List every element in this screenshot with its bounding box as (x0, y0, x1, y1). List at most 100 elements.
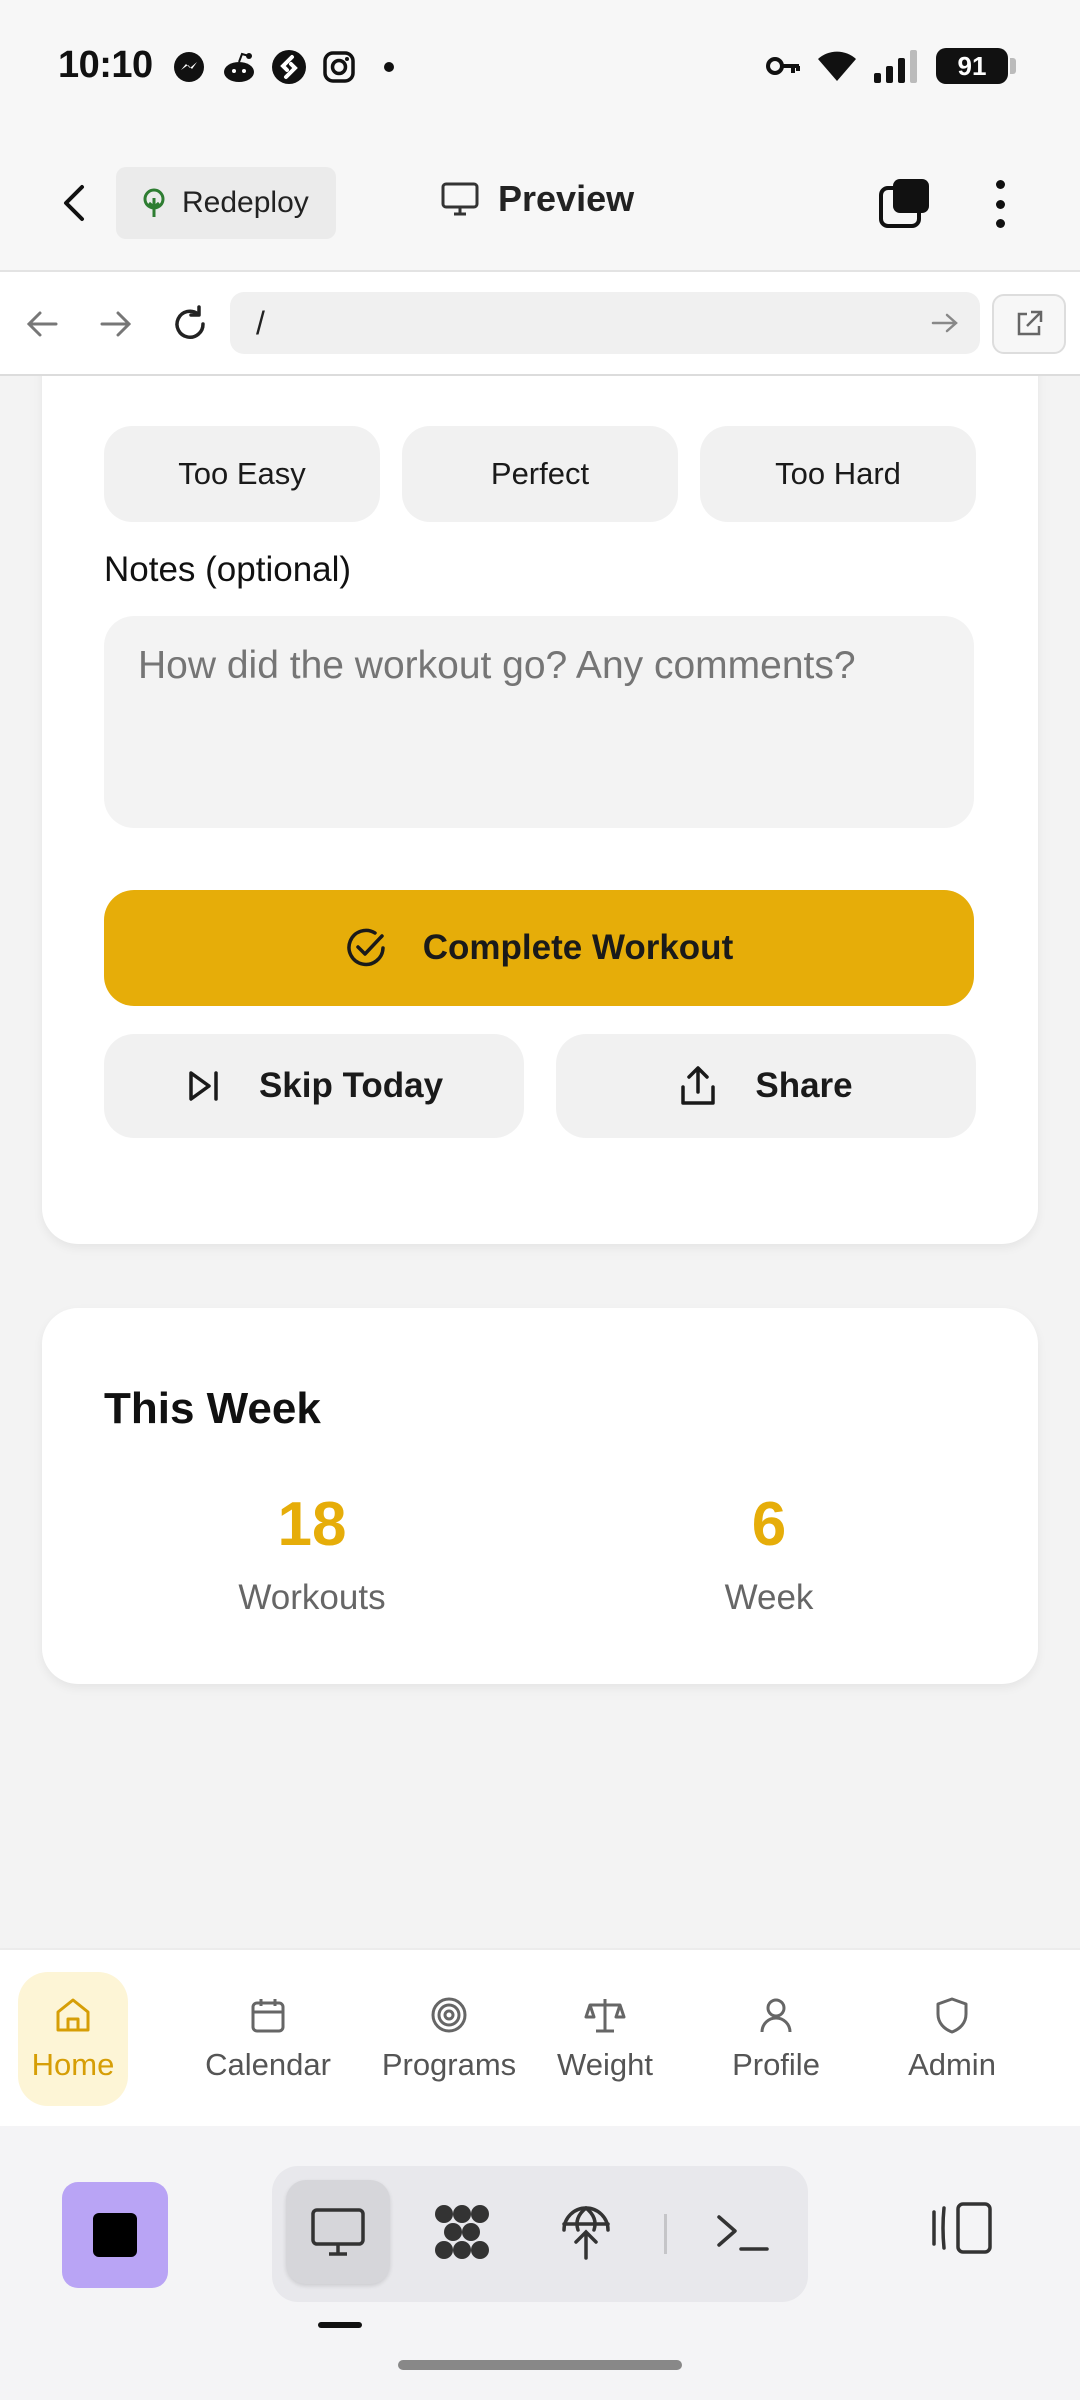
open-external-button[interactable] (992, 294, 1066, 354)
preview-mode-button[interactable] (286, 2180, 390, 2284)
nav-calendar[interactable]: Calendar (198, 1972, 338, 2106)
monitor-icon (441, 182, 479, 216)
shield-icon (936, 1997, 968, 2034)
browser-back-button[interactable] (20, 302, 64, 346)
battery-indicator: 91 (936, 48, 1016, 84)
nav-label: Calendar (205, 2047, 331, 2082)
notes-textarea[interactable] (104, 616, 974, 828)
difficulty-perfect-button[interactable]: Perfect (402, 426, 678, 522)
nav-label: Weight (557, 2047, 653, 2082)
status-time: 10:10 (58, 44, 153, 86)
bottom-navigation: Home Calendar Programs Weight Profile Ad… (0, 1948, 1080, 2126)
calendar-icon (251, 1999, 285, 2033)
user-icon (760, 1998, 792, 2033)
url-input[interactable]: / (230, 292, 980, 354)
nav-label: Home (31, 2047, 115, 2082)
redeploy-button[interactable]: Redeploy (116, 167, 336, 239)
notes-label: Notes (optional) (104, 550, 352, 589)
preview-title[interactable]: Preview (440, 178, 634, 220)
skip-today-label: Skip Today (258, 1066, 444, 1105)
tabs-button[interactable] (878, 176, 932, 230)
this-week-card: This Week 18 Workouts 6 Week (42, 1308, 1038, 1684)
messenger-icon (170, 48, 208, 86)
complete-workout-label: Complete Workout (422, 928, 734, 967)
redeploy-label: Redeploy (182, 186, 309, 219)
go-arrow-icon[interactable] (930, 308, 960, 338)
stop-icon (93, 2213, 137, 2257)
scale-icon (584, 1999, 626, 2033)
app-header: Redeploy Preview (0, 134, 1080, 272)
system-status: 91 (766, 48, 1016, 84)
difficulty-too-hard-button[interactable]: Too Hard (700, 426, 976, 522)
console-mode-button[interactable] (690, 2180, 794, 2284)
url-text: / (256, 304, 265, 341)
home-indicator[interactable] (398, 2360, 682, 2370)
share-label: Share (755, 1066, 853, 1105)
nav-label: Admin (908, 2047, 996, 2082)
shazam-icon (270, 48, 308, 86)
tabs-icon (879, 179, 929, 228)
status-bar: 10:10 91 (0, 0, 1080, 134)
split-view-button[interactable] (930, 2198, 994, 2263)
stat-label: Week (724, 1578, 814, 1617)
stat-value: 6 (751, 1490, 787, 1559)
web-viewport[interactable]: Too Easy Perfect Too Hard Notes (optiona… (0, 376, 1080, 1948)
instagram-icon (320, 48, 358, 86)
globe-deploy-icon (562, 2206, 610, 2260)
dot-icon (370, 48, 408, 86)
terminal-icon (717, 2215, 769, 2251)
more-dot (995, 199, 1005, 209)
tree-icon (143, 188, 165, 217)
arrow-left-icon (26, 311, 58, 337)
more-options-button[interactable] (980, 174, 1020, 234)
difficulty-too-easy-button[interactable]: Too Easy (104, 426, 380, 522)
share-button[interactable]: Share (556, 1034, 976, 1138)
divider (664, 2214, 667, 2254)
nav-home[interactable]: Home (18, 1972, 128, 2106)
nav-label: Profile (732, 2047, 820, 2082)
workout-feedback-card: Too Easy Perfect Too Hard Notes (optiona… (42, 376, 1038, 1244)
reload-icon (175, 305, 205, 339)
url-bar: / (0, 272, 1080, 376)
nav-admin[interactable]: Admin (892, 1972, 1012, 2106)
more-dot (995, 219, 1005, 228)
chevron-left-icon (64, 185, 84, 221)
nav-profile[interactable]: Profile (716, 1972, 836, 2106)
vpn-key-icon (766, 57, 800, 75)
agent-mode-button[interactable] (410, 2180, 514, 2284)
notification-icons (170, 48, 408, 86)
difficulty-options: Too Easy Perfect Too Hard (104, 426, 976, 522)
more-dot (995, 180, 1005, 189)
this-week-title: This Week (104, 1384, 321, 1433)
nav-programs[interactable]: Programs (378, 1972, 520, 2106)
agent-icon (435, 2205, 489, 2259)
check-circle-icon (347, 928, 385, 967)
stat-label: Workouts (238, 1578, 386, 1617)
target-icon (431, 1997, 467, 2033)
mode-switcher (272, 2166, 808, 2302)
skip-today-button[interactable]: Skip Today (104, 1034, 524, 1138)
home-icon (56, 1998, 90, 2032)
arrow-right-icon (100, 311, 132, 337)
reload-button[interactable] (168, 302, 212, 346)
deploy-mode-button[interactable] (534, 2180, 638, 2284)
tool-bar (0, 2126, 1080, 2400)
skip-forward-icon (189, 1071, 218, 1101)
nav-label: Programs (381, 2047, 517, 2082)
stop-button[interactable] (62, 2182, 168, 2288)
browser-forward-button[interactable] (94, 302, 138, 346)
wifi-icon (818, 51, 856, 81)
complete-workout-button[interactable]: Complete Workout (104, 890, 974, 1006)
monitor-icon (311, 2208, 365, 2256)
preview-label: Preview (498, 178, 635, 219)
split-view-icon (932, 2202, 992, 2254)
stat-workouts: 18 Workouts (162, 1494, 462, 1618)
signal-icon (874, 50, 917, 83)
share-icon (681, 1066, 716, 1105)
reddit-icon (220, 48, 258, 86)
nav-weight[interactable]: Weight (550, 1972, 660, 2106)
external-link-icon (1017, 310, 1043, 336)
back-button[interactable] (50, 178, 100, 228)
stat-value: 18 (277, 1490, 347, 1559)
stat-week: 6 Week (619, 1494, 919, 1618)
